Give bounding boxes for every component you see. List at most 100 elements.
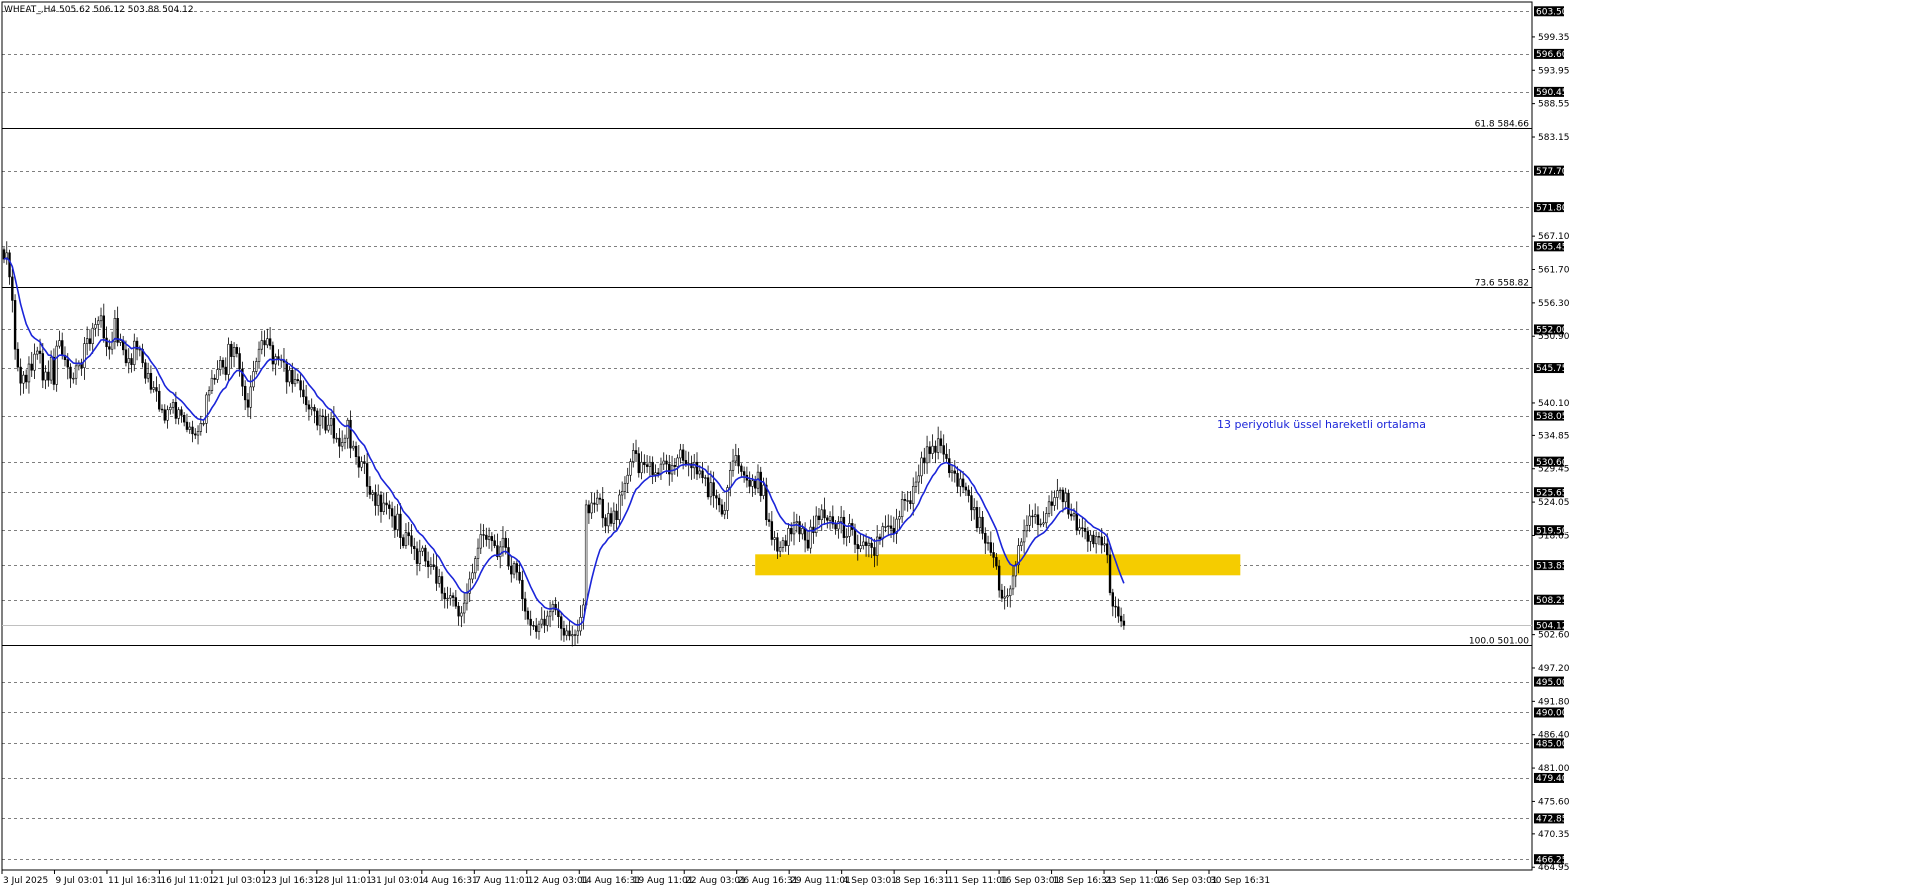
level-tag: 490.00 [1534, 707, 1568, 719]
candle-body [429, 564, 433, 567]
x-tick-label: 4 Sep 03:01 [843, 876, 897, 886]
candle-body [984, 533, 987, 544]
candle-body [892, 528, 896, 534]
candle-body [945, 453, 948, 459]
candle-body [13, 300, 17, 350]
level-tag: 571.80 [1534, 202, 1568, 213]
candle-body [1028, 515, 1031, 526]
candle-body [454, 597, 458, 607]
candle-body [801, 528, 804, 535]
candle-body [11, 276, 14, 301]
candle-body [723, 510, 726, 515]
level-tag: 596.60 [1534, 48, 1568, 60]
candle-body [864, 541, 868, 546]
candle-body [981, 516, 984, 534]
candle-body [507, 547, 510, 567]
candle-body [643, 461, 646, 466]
candle-body [465, 592, 469, 604]
candle-body [152, 387, 155, 390]
candle-body [127, 358, 130, 364]
candle-body [828, 516, 832, 521]
candle-body [268, 338, 272, 346]
candle-body [887, 525, 890, 527]
candle-body [2, 249, 6, 260]
candle-body [493, 540, 496, 546]
candle-body [1050, 501, 1054, 506]
candle [227, 337, 230, 382]
candle-body [1047, 501, 1051, 514]
candle-body [266, 338, 269, 346]
candle-body [995, 557, 998, 567]
candle-body [704, 477, 707, 479]
candle-body [559, 616, 563, 629]
level-tag: 513.85 [1534, 560, 1568, 571]
candle-body [961, 478, 965, 488]
candle-body [1114, 605, 1117, 608]
candle-body [313, 406, 316, 412]
candle-body [562, 628, 566, 636]
candle-body [806, 539, 810, 549]
candle-body [74, 365, 78, 379]
candle-body [862, 541, 865, 546]
candle-body [255, 361, 258, 372]
candle-body [230, 343, 233, 357]
candle-body [207, 390, 211, 396]
candle-body [474, 558, 477, 574]
candle-body [1009, 588, 1012, 596]
candle-body [651, 461, 654, 475]
candle-body [91, 327, 94, 344]
y-tick-label: 534.85 [1538, 431, 1570, 441]
candle-body [950, 470, 954, 474]
candle-body [590, 502, 593, 514]
candle-body [695, 461, 699, 475]
candle-body [69, 366, 72, 379]
candle-body [1006, 595, 1009, 598]
candle-body [992, 552, 995, 558]
candle-body [668, 463, 671, 475]
level-tag: 530.60 [1534, 456, 1568, 468]
candle-body [942, 445, 945, 455]
candle-body [548, 611, 552, 617]
candle-body [321, 415, 324, 418]
candle-body [920, 457, 923, 477]
candle-body [257, 348, 261, 362]
candle-body [171, 402, 175, 408]
candle-body [776, 537, 779, 552]
candle-body [33, 353, 36, 371]
level-tag-label: 545.75 [1536, 364, 1568, 374]
candle-body [196, 431, 200, 436]
x-tick-label: 16 Jul 11:01 [160, 876, 214, 886]
candle-body [612, 510, 616, 524]
candle-body [781, 540, 785, 548]
candle-body [44, 371, 47, 381]
candle-body [731, 460, 735, 471]
candle-body [471, 572, 474, 580]
candle-body [762, 484, 765, 496]
candle-body [526, 610, 530, 620]
price-chart[interactable]: 61.8 584.66 73.6 558.82 100.0 501.00 599.3… [0, 0, 1916, 888]
candle-body [346, 419, 349, 439]
candle-body [47, 371, 50, 381]
candle-body [85, 338, 89, 344]
candle-body [1117, 606, 1120, 617]
candle-body [307, 404, 311, 410]
candle-body [58, 340, 61, 347]
candle-body [773, 537, 776, 540]
candle-body [1011, 575, 1015, 590]
candle-body [795, 521, 798, 524]
candle-body [1000, 589, 1004, 599]
candle-body [357, 456, 361, 468]
y-tick-label: 502.60 [1538, 631, 1570, 641]
candle-body [615, 510, 618, 521]
candle-body [227, 343, 230, 375]
candle-body [327, 424, 330, 431]
candle-body [108, 346, 111, 350]
candle-body [449, 595, 452, 599]
candle-body [1078, 527, 1081, 531]
candle-body [645, 464, 649, 467]
candle-body [232, 347, 236, 357]
level-tag-label: 538.05 [1536, 412, 1568, 422]
candle-body [997, 565, 1001, 591]
level-tag: 577.70 [1534, 165, 1568, 177]
candle-body [900, 499, 904, 517]
